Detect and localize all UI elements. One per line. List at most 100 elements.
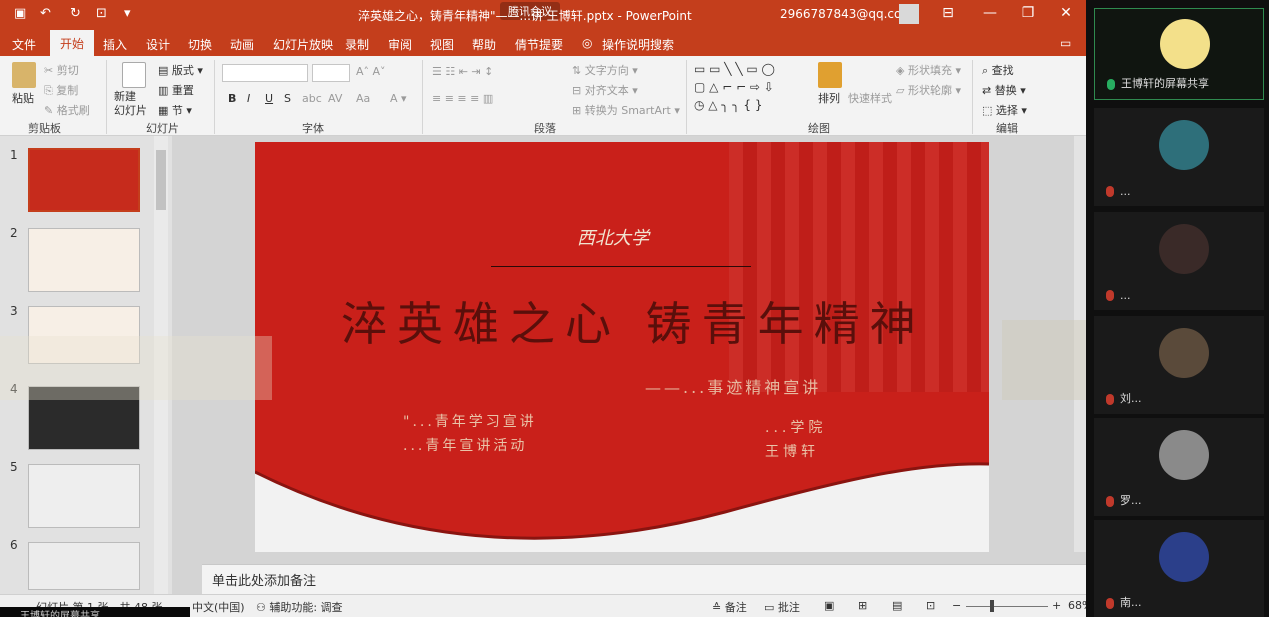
tab-view[interactable]: 视图 [430, 36, 454, 53]
bold-button[interactable]: B [228, 92, 236, 105]
thumbnail-scrollbar[interactable] [154, 136, 168, 594]
comments-icon[interactable]: ▭ [1060, 36, 1071, 50]
screen-share-tile[interactable]: 王博轩的屏幕共享 [1094, 8, 1264, 100]
spacing-button[interactable]: AV [328, 92, 342, 105]
present-icon[interactable]: ⊡ [96, 6, 107, 21]
tab-insert[interactable]: 插入 [103, 36, 127, 53]
ribbon-display-icon[interactable]: ⊟ [938, 5, 958, 21]
participant-tile[interactable]: ... [1094, 108, 1264, 206]
shapes-gallery[interactable]: ▭ ▭ ╲ ╲ ▭ ◯ [694, 62, 775, 76]
grow-font-icon[interactable]: A˄ A˅ [356, 65, 386, 78]
redo-icon[interactable]: ↻ [70, 6, 81, 21]
section-button[interactable]: ▦ 节 ▾ [158, 102, 192, 118]
university-name[interactable]: 西北大学 [577, 224, 649, 250]
tab-storyboard[interactable]: 倩节提要 [515, 36, 563, 53]
restore-button[interactable]: ❐ [1018, 5, 1038, 21]
tab-transitions[interactable]: 切换 [188, 36, 212, 53]
find-button[interactable]: ⌕ 查找 [982, 62, 1014, 78]
current-slide[interactable]: 西北大学 淬英雄之心 铸青年精神 ——...事迹精神宣讲 "...青年学习宣讲 … [255, 142, 989, 552]
font-size-box[interactable] [312, 64, 350, 82]
ribbon-divider [972, 60, 973, 134]
font-name-box[interactable] [222, 64, 308, 82]
zoom-level[interactable]: 68% [1068, 599, 1086, 612]
account-avatar[interactable] [899, 4, 919, 24]
italic-button[interactable]: I [247, 92, 250, 105]
comments-toggle[interactable]: ▭ 批注 [764, 599, 800, 615]
tab-home[interactable]: 开始 [50, 30, 95, 56]
right-line-1: ...学院 [765, 420, 827, 436]
tab-design[interactable]: 设计 [146, 36, 170, 53]
replace-button[interactable]: ⇄ 替换 ▾ [982, 82, 1026, 98]
cut-button[interactable]: ✂ 剪切 [44, 62, 79, 78]
change-case-button[interactable]: Aa [356, 92, 370, 105]
zoom-slider[interactable] [966, 606, 1048, 607]
shadow-button[interactable]: S [284, 92, 291, 105]
zoom-in-icon[interactable]: + [1052, 599, 1061, 612]
account-email[interactable]: 2966787843@qq.com [780, 7, 913, 21]
slideshow-icon[interactable]: ⊡ [926, 599, 935, 612]
shapes-gallery-row2[interactable]: ▢ △ ⌐ ⌐ ⇨ ⇩ [694, 80, 774, 94]
shape-outline-button[interactable]: ▱ 形状轮廓 ▾ [896, 82, 961, 98]
paste-button[interactable]: 粘贴 [12, 90, 34, 106]
quick-styles-button[interactable]: 快速样式 [848, 90, 892, 106]
save-icon[interactable]: ▣ [14, 6, 26, 21]
notes-pane[interactable]: 单击此处添加备注 [202, 564, 1086, 594]
new-slide-button[interactable]: 新建 幻灯片 [114, 90, 147, 118]
language-indicator[interactable]: 中文(中国) [192, 599, 245, 615]
copy-button[interactable]: ⎘ 复制 [44, 82, 78, 98]
slide-thumbnail-6[interactable] [28, 542, 140, 590]
zoom-out-icon[interactable]: − [952, 599, 961, 612]
select-button[interactable]: ⬚ 选择 ▾ [982, 102, 1027, 118]
slide-thumbnail-5[interactable] [28, 464, 140, 528]
tab-slideshow[interactable]: 幻灯片放映 [273, 36, 333, 53]
slide-sorter-icon[interactable]: ⊞ [858, 599, 867, 612]
participant-tile[interactable]: 罗... [1094, 418, 1264, 516]
underline-button[interactable]: U [265, 92, 273, 105]
group-paragraph: 段落 [534, 122, 556, 135]
layout-button[interactable]: ▤ 版式 ▾ [158, 62, 203, 78]
slide-title[interactable]: 淬英雄之心 铸青年精神 [341, 288, 926, 354]
text-direction-button[interactable]: ⇅ 文字方向 ▾ [572, 62, 638, 78]
customize-qa-icon[interactable]: ▾ [124, 6, 131, 21]
reset-button[interactable]: ▥ 重置 [158, 82, 194, 98]
avatar [1159, 430, 1209, 480]
ribbon-divider [422, 60, 423, 134]
new-slide-icon[interactable] [122, 62, 146, 88]
slide-subtitle[interactable]: ——...事迹精神宣讲 [645, 374, 821, 398]
arrange-button[interactable]: 排列 [818, 90, 840, 106]
paste-icon[interactable] [12, 62, 36, 88]
align-text-button[interactable]: ⊟ 对齐文本 ▾ [572, 82, 638, 98]
tab-review[interactable]: 审阅 [388, 36, 412, 53]
slide-thumbnail-1[interactable] [28, 148, 140, 212]
format-painter-button[interactable]: ✎ 格式刷 [44, 102, 90, 118]
participant-tile[interactable]: 刘... [1094, 316, 1264, 414]
scrollbar-thumb[interactable] [156, 150, 166, 210]
shapes-gallery-row3[interactable]: ◷ △ ╮ ╮ { } [694, 98, 763, 112]
tab-animations[interactable]: 动画 [230, 36, 254, 53]
close-button[interactable]: ✕ [1056, 5, 1076, 21]
arrange-icon[interactable] [818, 62, 842, 88]
slide-thumbnail-4[interactable] [28, 386, 140, 450]
participant-tile[interactable]: ... [1094, 212, 1264, 310]
notes-toggle[interactable]: ≙ 备注 [712, 599, 747, 615]
minimize-button[interactable]: — [980, 5, 1000, 21]
participant-tile[interactable]: 南... [1094, 520, 1264, 617]
normal-view-icon[interactable]: ▣ [824, 599, 834, 612]
zoom-slider-handle[interactable] [990, 600, 994, 612]
editor-scrollbar[interactable] [1074, 136, 1086, 552]
tab-help[interactable]: 帮助 [472, 36, 496, 53]
shape-fill-button[interactable]: ◈ 形状填充 ▾ [896, 62, 961, 78]
accessibility-status[interactable]: ⚇ 辅助功能: 调查 [256, 599, 343, 615]
undo-icon[interactable]: ↶ [40, 6, 51, 21]
smartart-button[interactable]: ⊞ 转换为 SmartArt ▾ [572, 102, 680, 118]
bullets-icon[interactable]: ☰ ☷ ⇤ ⇥ ↕ [432, 65, 493, 78]
tell-me-search[interactable]: 操作说明搜索 [602, 36, 674, 53]
align-icons[interactable]: ≡ ≡ ≡ ≡ ▥ [432, 92, 493, 105]
tab-file[interactable]: 文件 [12, 36, 36, 53]
slide-thumbnail-3[interactable] [28, 306, 140, 364]
strikethrough-button[interactable]: abc [302, 92, 322, 105]
tab-record[interactable]: 录制 [345, 36, 369, 53]
reading-view-icon[interactable]: ▤ [892, 599, 902, 612]
slide-thumbnail-2[interactable] [28, 228, 140, 292]
font-color-button[interactable]: A ▾ [390, 92, 407, 105]
